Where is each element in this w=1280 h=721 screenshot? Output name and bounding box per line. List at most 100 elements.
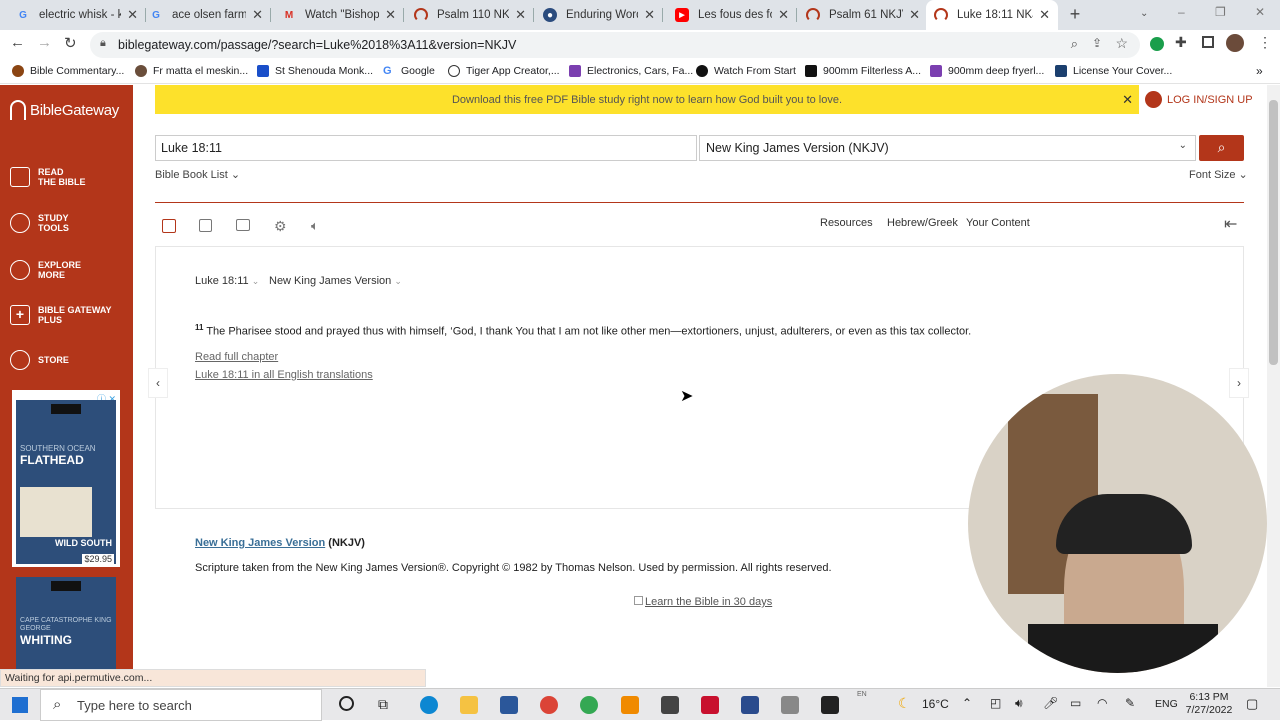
tool-your-content[interactable]: Your Content [966, 217, 1030, 229]
taskbar-search[interactable]: ⌕ Type here to search [40, 689, 322, 721]
chrome-profile-icon[interactable] [580, 696, 598, 714]
print-icon[interactable] [236, 219, 250, 231]
app-icon[interactable] [741, 696, 759, 714]
nav-read-the-bible[interactable]: READ THE BIBLE [10, 167, 86, 187]
page-scrollbar[interactable] [1267, 85, 1280, 687]
bible-book-list-toggle[interactable]: Bible Book List ⌄ [155, 168, 240, 181]
search-button[interactable]: ⌕ [1199, 135, 1244, 161]
ad-panel[interactable]: ⓘ ✕ SOUTHERN OCEAN FLATHEAD WILD SOUTH $… [12, 390, 120, 567]
bookmark-item[interactable]: St Shenouda Monk... [257, 62, 373, 80]
browser-tab[interactable]: Psalm 61 NKJV - ✕ [798, 0, 928, 30]
bookmark-item[interactable]: Watch From Start [696, 62, 796, 80]
promo-banner[interactable]: Download this free PDF Bible study right… [155, 85, 1139, 114]
bookmark-item[interactable]: Bible Commentary... [12, 62, 124, 80]
edge-icon[interactable] [420, 696, 438, 714]
bookmark-item[interactable]: 900mm deep fryerl... [930, 62, 1044, 80]
forward-icon[interactable]: → [37, 34, 52, 51]
recorder-icon[interactable] [821, 696, 839, 714]
nav-bible-gateway-plus[interactable]: + BIBLE GATEWAY PLUS [10, 305, 112, 325]
app-icon[interactable] [661, 696, 679, 714]
file-explorer-icon[interactable] [460, 696, 478, 714]
app-icon[interactable] [781, 696, 799, 714]
close-window-icon[interactable]: ✕ [1255, 5, 1265, 19]
back-icon[interactable]: ← [10, 34, 25, 51]
tab-search-icon[interactable]: ⌄ [1140, 8, 1148, 19]
bookmarks-overflow[interactable]: » [1256, 62, 1263, 80]
volume-icon[interactable]: 🔊︎ [1015, 696, 1023, 711]
open-new-icon[interactable] [199, 219, 212, 232]
bookmark-item[interactable]: G Google [383, 62, 435, 80]
app-icon[interactable] [701, 696, 719, 714]
close-tab-icon[interactable]: ✕ [644, 7, 655, 23]
close-tab-icon[interactable]: ✕ [515, 7, 526, 23]
puzzle-icon[interactable]: ✚ [1175, 34, 1187, 51]
nav-study-tools[interactable]: STUDY TOOLS [10, 213, 69, 233]
language-indicator[interactable]: ENG [1155, 698, 1178, 710]
close-tab-icon[interactable]: ✕ [252, 7, 263, 23]
browser-tab[interactable]: G ace olsen farming ✕ [141, 0, 271, 30]
close-tab-icon[interactable]: ✕ [778, 7, 789, 23]
bookmark-item[interactable]: Electronics, Cars, Fa... [569, 62, 693, 80]
tray-expand-icon[interactable]: ⌃ [962, 696, 972, 710]
browser-tab[interactable]: M Watch "Bishop Zo ✕ [274, 0, 404, 30]
reload-icon[interactable]: ↻ [64, 34, 77, 52]
browser-tab[interactable]: G electric whisk - ko ✕ [8, 0, 146, 30]
next-chapter-button[interactable]: › [1229, 368, 1249, 398]
close-tab-icon[interactable]: ✕ [385, 7, 396, 23]
weather-icon[interactable]: ☾ [898, 695, 911, 712]
notifications-icon[interactable]: ▢ [1246, 696, 1258, 712]
close-tab-icon[interactable]: ✕ [1039, 7, 1050, 23]
avatar[interactable] [1226, 34, 1244, 52]
nav-store[interactable]: STORE [10, 350, 69, 370]
menu-icon[interactable]: ⋮ [1258, 34, 1272, 51]
font-size-toggle[interactable]: Font Size ⌄ [1189, 168, 1248, 181]
clock[interactable]: 6:13 PM 7/27/2022 [1184, 691, 1234, 717]
chrome-icon[interactable] [540, 696, 558, 714]
wifi-icon[interactable]: ◠ [1097, 696, 1107, 710]
browser-tab[interactable]: ● Enduring Word Bi ✕ [535, 0, 663, 30]
tool-resources[interactable]: Resources [820, 217, 873, 229]
bookmark-item[interactable]: 900mm Filterless A... [805, 62, 921, 80]
close-tab-icon[interactable]: ✕ [127, 7, 138, 23]
passage-version-dropdown[interactable]: New King James Version ⌄ [269, 275, 402, 287]
nav-explore-more[interactable]: EXPLORE MORE [10, 260, 81, 280]
previous-chapter-button[interactable]: ‹ [148, 368, 168, 398]
bookmark-item[interactable]: License Your Cover... [1055, 62, 1172, 80]
parallel-icon[interactable] [162, 219, 176, 233]
browser-tab[interactable]: ▶ Les fous des four ✕ [667, 0, 797, 30]
word-icon[interactable] [500, 696, 518, 714]
browser-tab[interactable]: Psalm 110 NKJV ✕ [406, 0, 534, 30]
bookmark-item[interactable]: Fr matta el meskin... [135, 62, 248, 80]
microphone-icon[interactable]: 🎤︎ [1043, 696, 1058, 710]
task-view-icon[interactable]: ⧉ [378, 696, 388, 713]
minimize-icon[interactable]: – [1178, 5, 1185, 19]
cortana-icon[interactable] [339, 696, 354, 711]
scrollbar-thumb[interactable] [1269, 100, 1278, 365]
settings-icon[interactable]: ⚙ [274, 218, 287, 235]
share-icon[interactable]: ⇪ [1092, 36, 1102, 50]
battery-icon[interactable]: ▭ [1070, 696, 1081, 710]
version-link[interactable]: New King James Version [195, 537, 325, 549]
passage-search-input[interactable]: Luke 18:11 [155, 135, 697, 161]
star-icon[interactable]: ☆ [1115, 35, 1128, 52]
windows-start-icon[interactable] [12, 697, 28, 713]
site-logo[interactable]: BibleGateway [10, 100, 119, 120]
learn-bible-link[interactable]: Learn the Bible in 30 days [634, 596, 772, 608]
close-banner-icon[interactable]: ✕ [1122, 92, 1133, 108]
collapse-panel-icon[interactable]: ⇤ [1224, 214, 1237, 234]
maximize-icon[interactable]: ❐ [1215, 5, 1226, 19]
bookmark-item[interactable]: Tiger App Creator,... [448, 62, 560, 80]
address-bar[interactable]: 🔒︎ biblegateway.com/passage/?search=Luke… [90, 32, 1140, 58]
new-tab-button[interactable]: + [1066, 4, 1084, 24]
pen-icon[interactable]: ✎ [1125, 696, 1135, 710]
passage-reference-dropdown[interactable]: Luke 18:11 ⌄ [195, 275, 259, 287]
sidepanel-icon[interactable] [1202, 36, 1214, 48]
weather-temp[interactable]: 16°C [922, 697, 949, 711]
login-link[interactable]: LOG IN/SIGN UP [1145, 91, 1253, 108]
vlc-icon[interactable] [621, 696, 639, 714]
browser-tab-active[interactable]: Luke 18:11 NKJV ✕ [926, 0, 1058, 30]
tray-icon[interactable]: ◰ [990, 696, 1001, 710]
audio-icon[interactable]: 🔈︎ [311, 218, 319, 234]
version-select[interactable]: New King James Version (NKJV) ⌄ [699, 135, 1196, 161]
close-tab-icon[interactable]: ✕ [909, 7, 920, 23]
